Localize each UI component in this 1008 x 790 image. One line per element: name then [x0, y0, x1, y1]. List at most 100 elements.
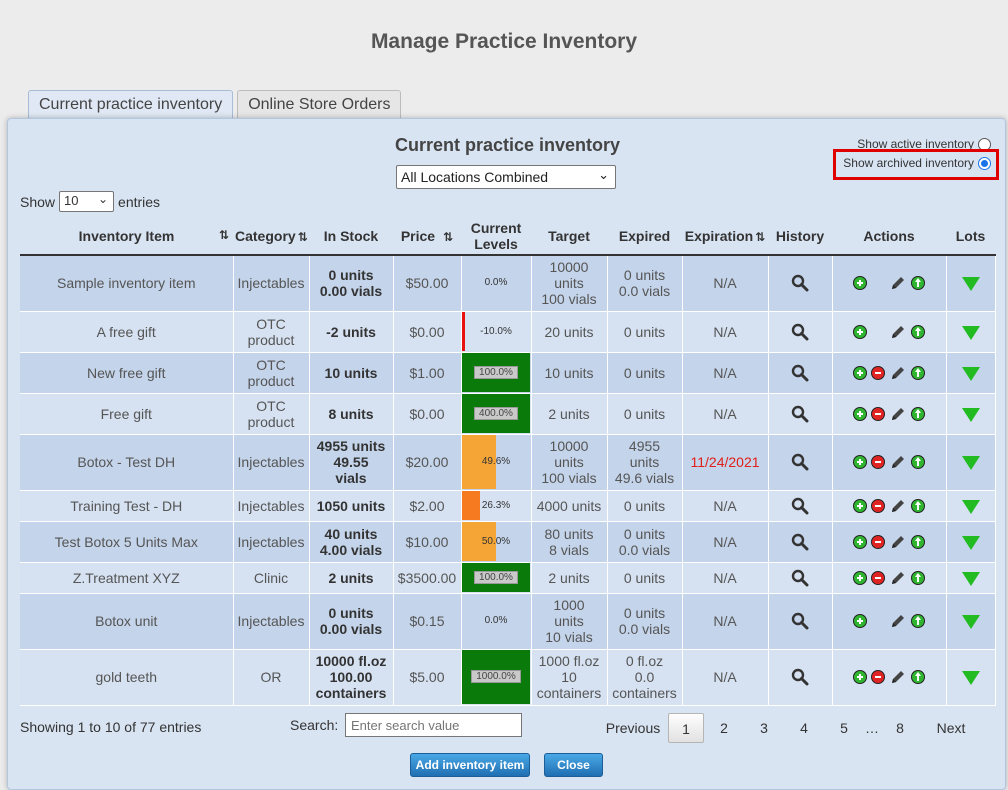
entries-select[interactable]: 10 ⌄ [59, 191, 115, 212]
plus-circle-icon[interactable] [853, 324, 867, 339]
search-input[interactable] [345, 713, 522, 737]
page-button[interactable]: 3 [744, 713, 784, 743]
col-expired: Expired [607, 217, 682, 256]
triangle-down-icon[interactable] [961, 325, 980, 340]
page-button[interactable]: 5 [824, 713, 864, 743]
cell-expiration: N/A [682, 311, 769, 353]
plus-circle-icon[interactable] [853, 406, 867, 421]
pencil-icon[interactable] [889, 274, 907, 292]
pencil-icon[interactable] [889, 569, 907, 587]
pencil-icon[interactable] [889, 453, 907, 471]
location-select[interactable]: All Locations Combined ⌄ [396, 165, 616, 189]
pagination-previous[interactable]: Previous [598, 713, 668, 743]
arrow-up-circle-icon[interactable] [911, 498, 925, 513]
triangle-down-icon[interactable] [961, 571, 980, 586]
triangle-down-icon[interactable] [961, 615, 980, 630]
cell-actions [832, 521, 947, 563]
cell-history [768, 521, 833, 563]
magnifier-icon[interactable] [791, 569, 809, 587]
plus-circle-icon[interactable] [853, 498, 867, 513]
triangle-down-icon[interactable] [961, 277, 980, 292]
table-row: Training Test - DH Injectables 1050 unit… [20, 490, 996, 522]
triangle-down-icon[interactable] [961, 535, 980, 550]
minus-circle-icon[interactable] [871, 570, 885, 585]
magnifier-icon[interactable] [791, 668, 809, 686]
level-label: 100.0% [462, 365, 530, 381]
arrow-up-circle-icon[interactable] [911, 570, 925, 585]
minus-circle-icon[interactable] [871, 534, 885, 549]
cell-expired: 0 units [607, 311, 683, 353]
cell-lots [946, 562, 996, 594]
page-button-last[interactable]: 8 [880, 713, 920, 743]
tab-current-inventory[interactable]: Current practice inventory [28, 90, 234, 120]
page-button[interactable]: 4 [784, 713, 824, 743]
inventory-table: Inventory Item ⇅ Category ⇅ In Stock Price… [20, 217, 996, 706]
pencil-icon[interactable] [889, 497, 907, 515]
magnifier-icon[interactable] [791, 612, 809, 630]
plus-circle-icon[interactable] [853, 455, 867, 469]
pencil-icon[interactable] [889, 533, 907, 551]
add-inventory-button[interactable]: Add inventory item [410, 753, 530, 777]
pagination-next[interactable]: Next [920, 713, 982, 743]
cell-in-stock: 8 units [309, 393, 394, 435]
minus-circle-icon[interactable] [871, 670, 885, 684]
magnifier-icon[interactable] [791, 533, 809, 551]
pencil-icon[interactable] [889, 364, 907, 382]
page-button-current[interactable]: 1 [668, 713, 704, 743]
magnifier-icon[interactable] [791, 405, 809, 423]
triangle-down-icon[interactable] [961, 499, 980, 514]
cell-lots [946, 490, 996, 522]
show-label: Show [20, 193, 56, 210]
page-button[interactable]: 2 [704, 713, 744, 743]
arrow-up-circle-icon[interactable] [911, 614, 925, 628]
triangle-down-icon[interactable] [961, 407, 980, 422]
cell-current-level: 1000.0% [461, 649, 532, 706]
plus-circle-icon[interactable] [853, 276, 867, 291]
col-expiration[interactable]: Expiration ⇅ [682, 217, 768, 256]
col-price[interactable]: Price ⇅ [393, 217, 461, 256]
arrow-up-circle-icon[interactable] [911, 276, 925, 291]
arrow-up-circle-icon[interactable] [911, 365, 925, 380]
plus-circle-icon[interactable] [853, 670, 867, 684]
plus-circle-icon[interactable] [853, 570, 867, 585]
col-target: Target [531, 217, 607, 256]
cell-item: Botox unit [20, 593, 234, 650]
magnifier-icon[interactable] [791, 323, 809, 341]
arrow-up-circle-icon[interactable] [911, 670, 925, 684]
arrow-up-circle-icon[interactable] [911, 406, 925, 421]
minus-circle-icon[interactable] [871, 455, 885, 469]
col-current-levels: Current Levels [461, 217, 531, 256]
cell-item: Training Test - DH [20, 490, 234, 522]
pencil-icon[interactable] [889, 668, 907, 686]
pencil-icon[interactable] [889, 405, 907, 423]
magnifier-icon[interactable] [791, 497, 809, 515]
cell-expiration: N/A [682, 352, 769, 394]
triangle-down-icon[interactable] [961, 456, 980, 471]
magnifier-icon[interactable] [791, 274, 809, 292]
magnifier-icon[interactable] [791, 364, 809, 382]
cell-target: 1000 units 10 vials [531, 593, 608, 650]
close-button[interactable]: Close [544, 753, 603, 777]
plus-circle-icon[interactable] [853, 365, 867, 380]
level-label: 49.6% [481, 456, 511, 467]
col-inventory-item[interactable]: Inventory Item ⇅ [20, 217, 233, 256]
arrow-up-circle-icon[interactable] [911, 455, 925, 469]
pencil-icon[interactable] [889, 612, 907, 630]
cell-actions [832, 593, 947, 650]
arrow-up-circle-icon[interactable] [911, 324, 925, 339]
pagination: Previous 1 2 3 4 5 … 8 Next [598, 713, 982, 743]
col-category[interactable]: Category ⇅ [233, 217, 309, 256]
minus-circle-icon[interactable] [871, 365, 885, 380]
minus-circle-icon[interactable] [871, 498, 885, 513]
minus-circle-icon[interactable] [871, 406, 885, 421]
pencil-icon[interactable] [889, 323, 907, 341]
magnifier-icon[interactable] [791, 453, 809, 471]
plus-circle-icon[interactable] [853, 534, 867, 549]
plus-circle-icon[interactable] [853, 614, 867, 628]
triangle-down-icon[interactable] [961, 671, 980, 686]
entries-select-value: 10 [64, 193, 79, 208]
arrow-up-circle-icon[interactable] [911, 534, 925, 549]
tab-online-store-orders[interactable]: Online Store Orders [237, 90, 402, 120]
cell-current-level: 26.3% [461, 490, 532, 522]
triangle-down-icon[interactable] [961, 366, 980, 381]
